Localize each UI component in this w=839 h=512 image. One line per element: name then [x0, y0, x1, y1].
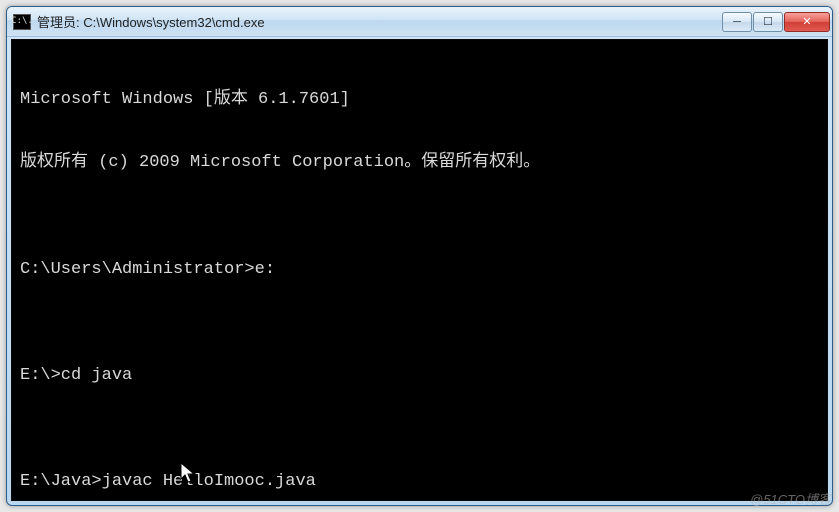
terminal-line: E:\Java>javac HelloImooc.java	[20, 471, 819, 492]
close-button[interactable]: ✕	[784, 12, 830, 32]
cmd-window: C:\. 管理员: C:\Windows\system32\cmd.exe ─ …	[6, 6, 833, 506]
terminal-area[interactable]: Microsoft Windows [版本 6.1.7601] 版权所有 (c)…	[11, 39, 828, 501]
minimize-button[interactable]: ─	[722, 12, 752, 32]
terminal-line: E:\>cd java	[20, 365, 819, 386]
close-icon: ✕	[802, 15, 811, 28]
window-title: 管理员: C:\Windows\system32\cmd.exe	[37, 12, 722, 31]
maximize-icon: ☐	[763, 15, 773, 28]
window-buttons: ─ ☐ ✕	[722, 12, 830, 32]
cmd-icon-text: C:\.	[11, 17, 33, 26]
maximize-button[interactable]: ☐	[753, 12, 783, 32]
terminal-line: C:\Users\Administrator>e:	[20, 259, 819, 280]
cmd-icon: C:\.	[13, 14, 31, 30]
terminal-line: Microsoft Windows [版本 6.1.7601]	[20, 89, 819, 110]
titlebar[interactable]: C:\. 管理员: C:\Windows\system32\cmd.exe ─ …	[7, 7, 832, 37]
minimize-icon: ─	[733, 16, 741, 28]
terminal-line: 版权所有 (c) 2009 Microsoft Corporation。保留所有…	[20, 152, 819, 173]
